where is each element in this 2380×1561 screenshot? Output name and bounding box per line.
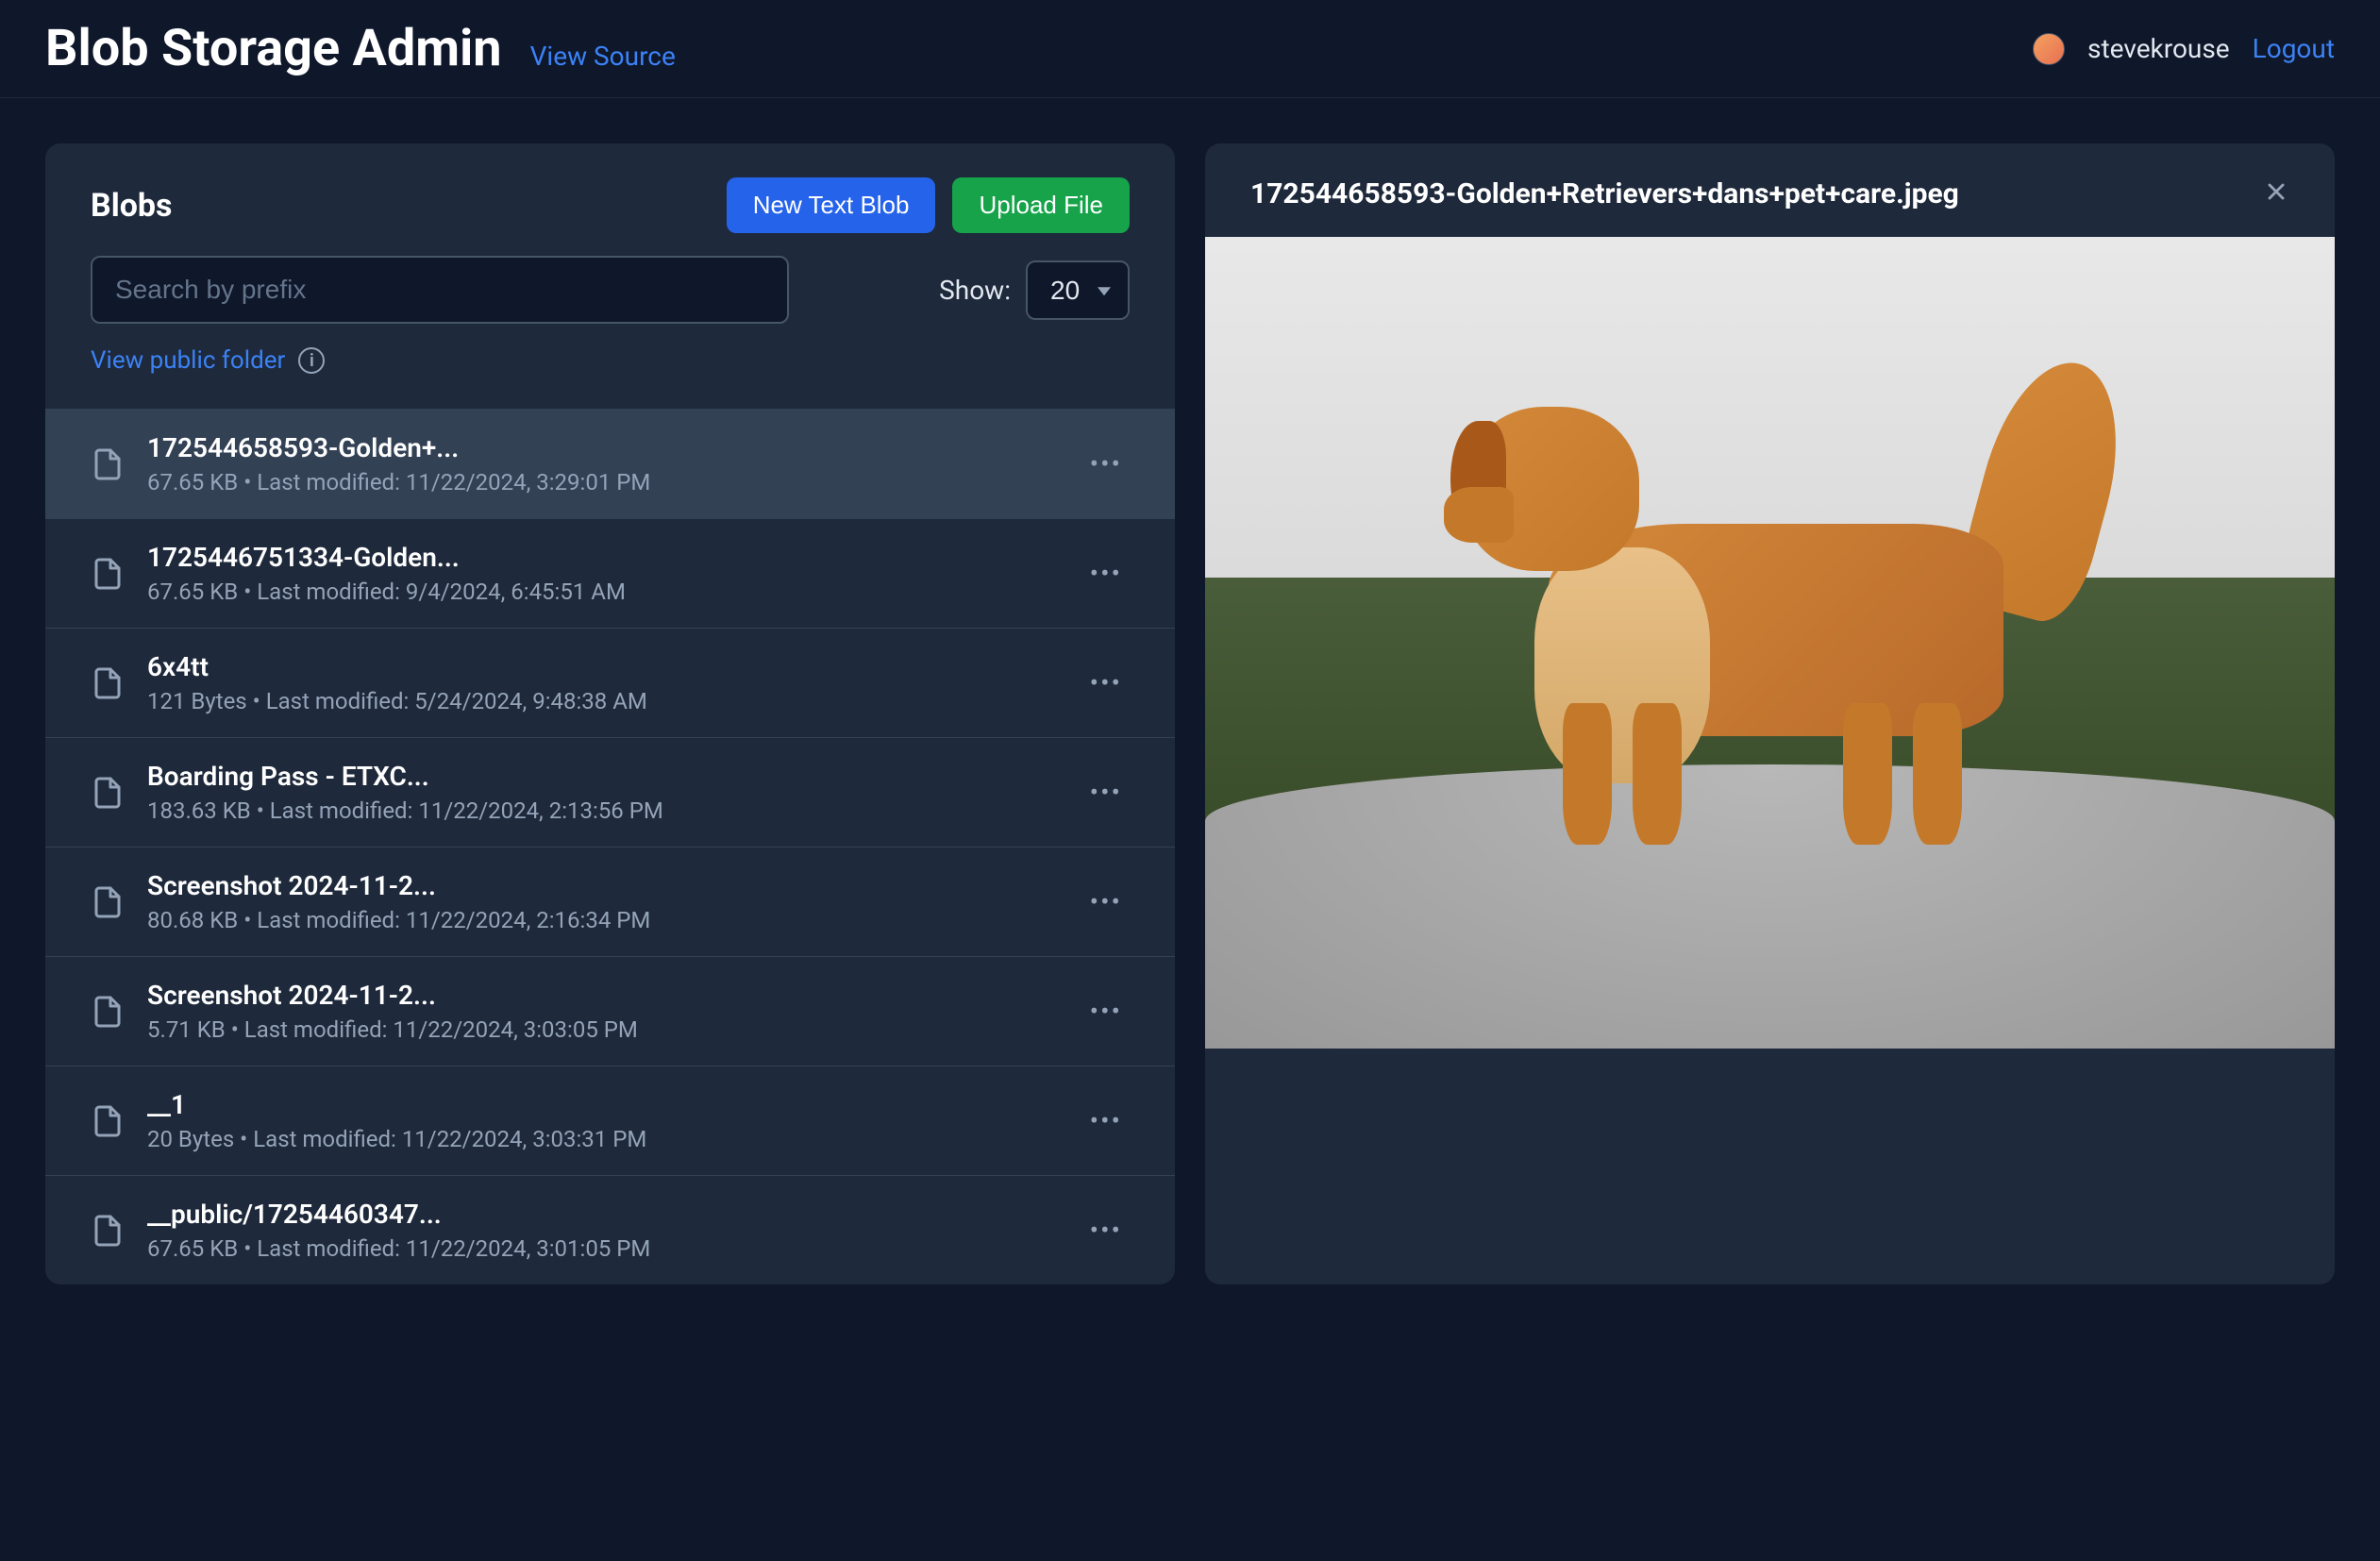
blob-list: 172544658593-Golden+... 67.65 KB • Last … bbox=[45, 409, 1175, 1284]
blob-item[interactable]: 6x4tt 121 Bytes • Last modified: 5/24/20… bbox=[45, 628, 1175, 737]
show-select-wrapper: 20 bbox=[1026, 260, 1130, 320]
blob-meta: 183.63 KB • Last modified: 11/22/2024, 2… bbox=[147, 797, 1060, 824]
file-icon bbox=[91, 991, 125, 1032]
blob-more-button[interactable]: ••• bbox=[1082, 550, 1130, 596]
blob-info: Screenshot 2024-11-2... 5.71 KB • Last m… bbox=[147, 980, 1060, 1043]
blob-item[interactable]: Boarding Pass - ETXC... 183.63 KB • Last… bbox=[45, 737, 1175, 847]
logout-link[interactable]: Logout bbox=[2253, 33, 2335, 64]
blob-info: 172544658593-Golden+... 67.65 KB • Last … bbox=[147, 432, 1060, 495]
file-icon bbox=[91, 881, 125, 923]
blob-meta: 80.68 KB • Last modified: 11/22/2024, 2:… bbox=[147, 907, 1060, 933]
blob-info: __1 20 Bytes • Last modified: 11/22/2024… bbox=[147, 1089, 1060, 1152]
blob-meta: 67.65 KB • Last modified: 9/4/2024, 6:45… bbox=[147, 579, 1060, 605]
blob-info: 1725446751334-Golden... 67.65 KB • Last … bbox=[147, 542, 1060, 605]
file-icon bbox=[91, 1100, 125, 1142]
close-icon bbox=[2263, 178, 2289, 205]
blob-meta: 5.71 KB • Last modified: 11/22/2024, 3:0… bbox=[147, 1016, 1060, 1043]
app-header: Blob Storage Admin View Source stevekrou… bbox=[0, 0, 2380, 98]
show-group: Show: 20 bbox=[939, 260, 1130, 320]
app-title: Blob Storage Admin bbox=[45, 19, 502, 78]
blob-name: Screenshot 2024-11-2... bbox=[147, 870, 1060, 901]
blob-more-button[interactable]: ••• bbox=[1082, 879, 1130, 925]
blob-name: 1725446751334-Golden... bbox=[147, 542, 1060, 573]
blob-name: __1 bbox=[147, 1089, 1060, 1120]
file-icon bbox=[91, 772, 125, 814]
blob-name: 172544658593-Golden+... bbox=[147, 432, 1060, 463]
blob-info: __public/17254460347... 67.65 KB • Last … bbox=[147, 1199, 1060, 1262]
blob-info: Screenshot 2024-11-2... 80.68 KB • Last … bbox=[147, 870, 1060, 933]
blob-more-button[interactable]: ••• bbox=[1082, 660, 1130, 706]
blob-item[interactable]: Screenshot 2024-11-2... 80.68 KB • Last … bbox=[45, 847, 1175, 956]
blob-name: 6x4tt bbox=[147, 651, 1060, 682]
file-icon bbox=[91, 553, 125, 595]
user-avatar[interactable] bbox=[2033, 33, 2065, 65]
blobs-panel: Blobs New Text Blob Upload File Show: 20… bbox=[45, 143, 1175, 1284]
file-icon bbox=[91, 444, 125, 485]
search-row: Show: 20 bbox=[45, 256, 1175, 346]
public-folder-row: View public folder i bbox=[45, 346, 1175, 409]
show-select[interactable]: 20 bbox=[1026, 260, 1130, 320]
blob-more-button[interactable]: ••• bbox=[1082, 988, 1130, 1034]
blob-name: Boarding Pass - ETXC... bbox=[147, 761, 1060, 792]
info-icon[interactable]: i bbox=[298, 347, 325, 374]
blob-meta: 67.65 KB • Last modified: 11/22/2024, 3:… bbox=[147, 469, 1060, 495]
blob-info: 6x4tt 121 Bytes • Last modified: 5/24/20… bbox=[147, 651, 1060, 714]
blobs-actions: New Text Blob Upload File bbox=[727, 177, 1130, 233]
blob-more-button[interactable]: ••• bbox=[1082, 1207, 1130, 1253]
header-left: Blob Storage Admin View Source bbox=[45, 19, 676, 78]
main-layout: Blobs New Text Blob Upload File Show: 20… bbox=[0, 98, 2380, 1330]
view-public-folder-link[interactable]: View public folder bbox=[91, 346, 285, 375]
search-input[interactable] bbox=[91, 256, 789, 324]
blob-item[interactable]: __1 20 Bytes • Last modified: 11/22/2024… bbox=[45, 1066, 1175, 1175]
upload-file-button[interactable]: Upload File bbox=[952, 177, 1130, 233]
blob-name: Screenshot 2024-11-2... bbox=[147, 980, 1060, 1011]
file-icon bbox=[91, 663, 125, 704]
blobs-title: Blobs bbox=[91, 187, 172, 225]
blob-meta: 67.65 KB • Last modified: 11/22/2024, 3:… bbox=[147, 1235, 1060, 1262]
preview-filename: 172544658593-Golden+Retrievers+dans+pet+… bbox=[1250, 177, 1959, 210]
blob-meta: 121 Bytes • Last modified: 5/24/2024, 9:… bbox=[147, 688, 1060, 714]
blobs-panel-header: Blobs New Text Blob Upload File bbox=[45, 177, 1175, 256]
blob-meta: 20 Bytes • Last modified: 11/22/2024, 3:… bbox=[147, 1126, 1060, 1152]
preview-panel: 172544658593-Golden+Retrievers+dans+pet+… bbox=[1205, 143, 2335, 1284]
username-label: stevekrouse bbox=[2087, 33, 2230, 64]
close-preview-button[interactable] bbox=[2263, 178, 2289, 210]
view-source-link[interactable]: View Source bbox=[530, 41, 676, 72]
blob-item[interactable]: 1725446751334-Golden... 67.65 KB • Last … bbox=[45, 518, 1175, 628]
show-label: Show: bbox=[939, 275, 1011, 306]
preview-header: 172544658593-Golden+Retrievers+dans+pet+… bbox=[1205, 166, 2335, 237]
blob-more-button[interactable]: ••• bbox=[1082, 769, 1130, 815]
preview-image bbox=[1205, 237, 2335, 1049]
new-text-blob-button[interactable]: New Text Blob bbox=[727, 177, 936, 233]
blob-more-button[interactable]: ••• bbox=[1082, 441, 1130, 487]
header-right: stevekrouse Logout bbox=[2033, 33, 2335, 65]
blob-item[interactable]: __public/17254460347... 67.65 KB • Last … bbox=[45, 1175, 1175, 1284]
blob-more-button[interactable]: ••• bbox=[1082, 1098, 1130, 1144]
blob-item[interactable]: Screenshot 2024-11-2... 5.71 KB • Last m… bbox=[45, 956, 1175, 1066]
image-content bbox=[1205, 237, 2335, 1049]
blob-info: Boarding Pass - ETXC... 183.63 KB • Last… bbox=[147, 761, 1060, 824]
blob-item[interactable]: 172544658593-Golden+... 67.65 KB • Last … bbox=[45, 409, 1175, 518]
file-icon bbox=[91, 1210, 125, 1251]
blob-name: __public/17254460347... bbox=[147, 1199, 1060, 1230]
